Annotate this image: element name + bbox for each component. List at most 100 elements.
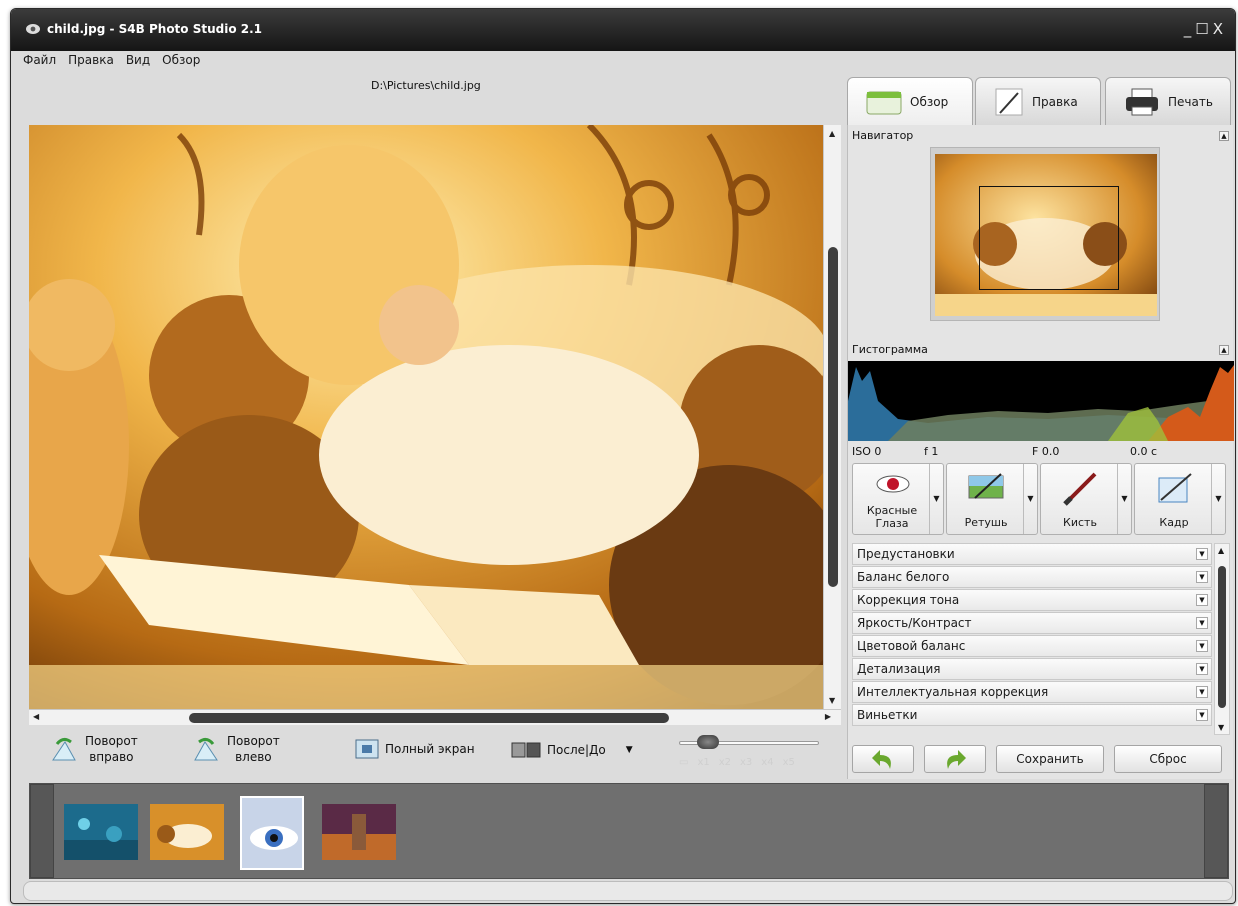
zoom-slider[interactable]: ▭ x1 x2 x3 x4 x5 bbox=[679, 733, 829, 773]
adjustment-presets[interactable]: Предустановки ▼ bbox=[852, 543, 1212, 565]
chevron-down-icon[interactable]: ▼ bbox=[626, 745, 633, 755]
adjustment-vignette[interactable]: Виньетки ▼ bbox=[852, 704, 1212, 726]
rotate-left-button[interactable]: Поворот влево bbox=[191, 733, 280, 765]
printer-icon bbox=[1126, 88, 1158, 115]
close-icon[interactable]: X bbox=[1213, 20, 1227, 38]
menu-view[interactable]: Вид bbox=[126, 53, 150, 71]
adjustment-label: Яркость/Контраст bbox=[857, 616, 972, 630]
image-toolbar: Поворот вправо Поворот влево Полный экран … bbox=[29, 727, 843, 779]
chevron-down-icon[interactable]: ▼ bbox=[1196, 686, 1208, 698]
scroll-left-icon[interactable]: ◀ bbox=[33, 712, 39, 721]
image-viewer[interactable] bbox=[29, 125, 835, 709]
crop-icon bbox=[1158, 473, 1192, 503]
adjustment-label: Цветовой баланс bbox=[857, 639, 966, 653]
window-title: child.jpg - S4B Photo Studio 2.1 bbox=[47, 22, 263, 36]
chevron-down-icon[interactable]: ▼ bbox=[1196, 548, 1208, 560]
crop-tool[interactable]: Кадр ▼ bbox=[1134, 463, 1226, 535]
chevron-down-icon[interactable]: ▼ bbox=[1196, 617, 1208, 629]
adjustments-scrollbar[interactable]: ▲ ▼ bbox=[1214, 543, 1230, 735]
zoom-step[interactable]: x1 bbox=[697, 757, 709, 768]
chevron-down-icon[interactable]: ▼ bbox=[1211, 464, 1225, 534]
menu-edit[interactable]: Правка bbox=[68, 53, 114, 71]
minimize-icon[interactable]: _ bbox=[1184, 20, 1196, 38]
reset-button[interactable]: Сброс bbox=[1114, 745, 1222, 773]
scroll-thumb[interactable] bbox=[189, 713, 669, 723]
rotate-left-label-2: влево bbox=[235, 750, 272, 764]
exif-iso: ISO 0 bbox=[852, 445, 882, 458]
scroll-thumb[interactable] bbox=[828, 247, 838, 587]
tab-label: Правка bbox=[1032, 94, 1078, 109]
zoom-step[interactable]: x3 bbox=[740, 757, 752, 768]
zoom-fit-icon[interactable]: ▭ bbox=[679, 757, 688, 768]
redo-button[interactable] bbox=[924, 745, 986, 773]
filmstrip-right-edge bbox=[1204, 784, 1228, 878]
rotate-right-button[interactable]: Поворот вправо bbox=[49, 733, 138, 765]
adjustment-label: Виньетки bbox=[857, 708, 918, 722]
chevron-down-icon[interactable]: ▼ bbox=[1196, 594, 1208, 606]
browse-icon bbox=[866, 91, 902, 114]
collapse-icon[interactable]: ▲ bbox=[1219, 345, 1229, 355]
before-after-label: После|До bbox=[547, 743, 606, 757]
menu-browse[interactable]: Обзор bbox=[162, 53, 200, 71]
scroll-thumb[interactable] bbox=[1218, 566, 1226, 708]
adjustment-white-balance[interactable]: Баланс белого ▼ bbox=[852, 566, 1212, 588]
before-after-icon bbox=[511, 742, 541, 758]
zoom-step[interactable]: x4 bbox=[761, 757, 773, 768]
chevron-down-icon[interactable]: ▼ bbox=[1023, 464, 1037, 534]
action-bar: Сохранить Сброс bbox=[852, 745, 1230, 775]
exif-shutter: 0.0 с bbox=[1130, 445, 1158, 458]
scroll-up-icon[interactable]: ▲ bbox=[1218, 546, 1224, 555]
filmstrip bbox=[29, 783, 1229, 879]
collapse-icon[interactable]: ▲ bbox=[1219, 131, 1229, 141]
scroll-down-icon[interactable]: ▼ bbox=[829, 696, 835, 705]
chevron-down-icon[interactable]: ▼ bbox=[929, 464, 943, 534]
navigator-viewport[interactable] bbox=[979, 186, 1119, 290]
tab-print[interactable]: Печать bbox=[1105, 77, 1231, 125]
scroll-up-icon[interactable]: ▲ bbox=[829, 129, 835, 138]
scroll-down-icon[interactable]: ▼ bbox=[1218, 723, 1224, 732]
mode-tabs: Обзор Правка Печать bbox=[847, 77, 1231, 125]
thumbnail-eye[interactable] bbox=[240, 796, 304, 870]
tab-label: Обзор bbox=[910, 94, 949, 109]
chevron-down-icon[interactable]: ▼ bbox=[1117, 464, 1131, 534]
zoom-step[interactable]: x5 bbox=[783, 757, 795, 768]
thumbnail-warrior[interactable] bbox=[322, 804, 396, 860]
chevron-down-icon[interactable]: ▼ bbox=[1196, 571, 1208, 583]
menu-file[interactable]: Файл bbox=[23, 53, 56, 71]
chevron-down-icon[interactable]: ▼ bbox=[1196, 709, 1208, 721]
adjustment-smart-correction[interactable]: Интеллектуальная коррекция ▼ bbox=[852, 681, 1212, 703]
app-logo-icon bbox=[26, 24, 40, 34]
navigator-preview[interactable] bbox=[935, 154, 1157, 316]
main-photo bbox=[29, 125, 835, 709]
tool-label: Красные Глаза bbox=[866, 504, 918, 530]
thumbnail-child[interactable] bbox=[150, 804, 224, 860]
title-bar[interactable]: child.jpg - S4B Photo Studio 2.1 _☐X bbox=[11, 9, 1235, 51]
fullscreen-button[interactable]: Полный экран bbox=[355, 739, 475, 759]
before-after-button[interactable]: После|До ▼ bbox=[511, 741, 633, 759]
adjustment-detail[interactable]: Детализация ▼ bbox=[852, 658, 1212, 680]
chevron-down-icon[interactable]: ▼ bbox=[1196, 663, 1208, 675]
image-horizontal-scrollbar[interactable]: ◀ ▶ bbox=[29, 709, 841, 725]
adjustment-brightness-contrast[interactable]: Яркость/Контраст ▼ bbox=[852, 612, 1212, 634]
exif-aperture: F 0.0 bbox=[1032, 445, 1060, 458]
adjustment-label: Предустановки bbox=[857, 547, 955, 561]
save-button[interactable]: Сохранить bbox=[996, 745, 1104, 773]
zoom-knob[interactable] bbox=[697, 735, 719, 749]
tab-edit[interactable]: Правка bbox=[975, 77, 1101, 125]
image-vertical-scrollbar[interactable]: ▲ ▼ bbox=[823, 125, 841, 709]
scroll-right-icon[interactable]: ▶ bbox=[825, 712, 831, 721]
brush-tool[interactable]: Кисть ▼ bbox=[1040, 463, 1132, 535]
rotate-left-label-1: Поворот bbox=[227, 734, 280, 748]
maximize-icon[interactable]: ☐ bbox=[1195, 20, 1212, 38]
red-eye-tool[interactable]: Красные Глаза ▼ bbox=[852, 463, 944, 535]
adjustment-tone[interactable]: Коррекция тона ▼ bbox=[852, 589, 1212, 611]
undo-button[interactable] bbox=[852, 745, 914, 773]
thumbnail-underwater[interactable] bbox=[64, 804, 138, 860]
adjustments-list: Предустановки ▼ Баланс белого ▼ Коррекция … bbox=[852, 543, 1212, 743]
adjustment-color-balance[interactable]: Цветовой баланс ▼ bbox=[852, 635, 1212, 657]
retouch-tool[interactable]: Ретушь ▼ bbox=[946, 463, 1038, 535]
tab-browse[interactable]: Обзор bbox=[847, 77, 973, 125]
chevron-down-icon[interactable]: ▼ bbox=[1196, 640, 1208, 652]
zoom-step[interactable]: x2 bbox=[719, 757, 731, 768]
filmstrip-left-edge bbox=[30, 784, 54, 878]
